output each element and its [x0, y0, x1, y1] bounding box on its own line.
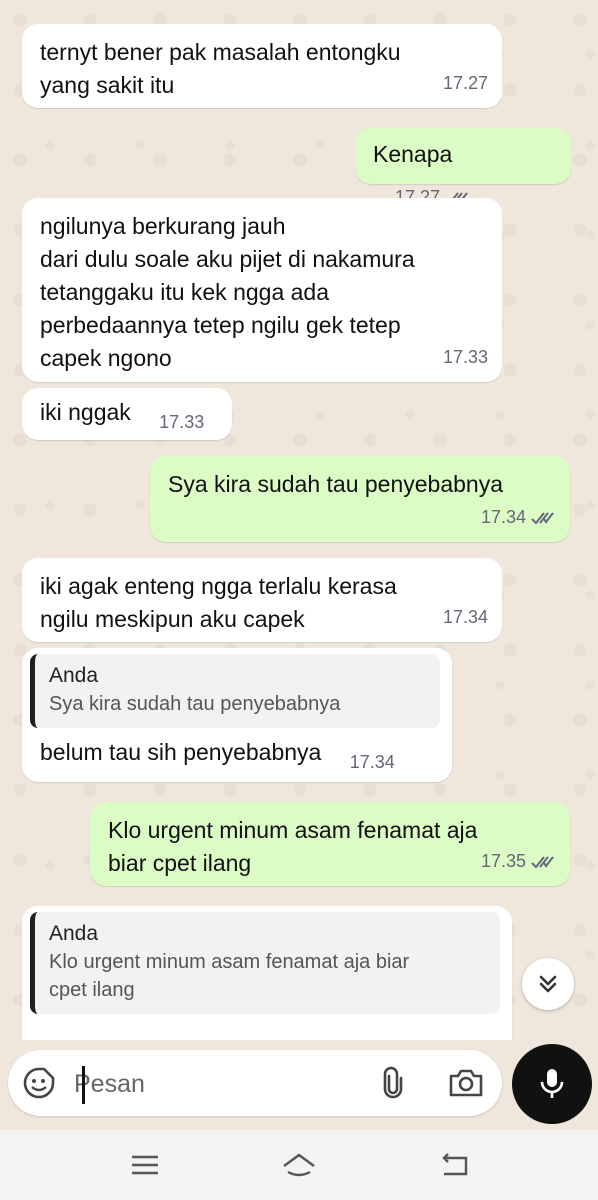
camera-icon[interactable] [448, 1066, 484, 1100]
message-time: 17.35 [481, 845, 556, 878]
message-text: belum tau sih penyebabnya [40, 739, 322, 765]
message-outgoing[interactable]: Klo urgent minum asam fenamat aja biar c… [90, 802, 570, 886]
home-icon[interactable] [280, 1150, 318, 1180]
quoted-sender: Anda [49, 664, 99, 687]
text-caret [82, 1066, 85, 1104]
message-time: 17.27 [442, 73, 488, 93]
double-check-icon [530, 854, 556, 870]
double-check-icon [530, 510, 556, 526]
message-text: Kenapa [373, 141, 453, 167]
sticker-icon[interactable] [22, 1066, 56, 1100]
message-time: 17.33 [159, 412, 205, 432]
message-text: iki nggak [40, 399, 131, 425]
voice-record-button[interactable] [512, 1044, 592, 1124]
message-input[interactable] [72, 1064, 356, 1104]
message-composer [0, 1040, 598, 1130]
quoted-text: Klo urgent minum asam fenamat aja biar c… [49, 951, 410, 1001]
message-input-container[interactable] [8, 1050, 502, 1116]
message-time: 17.33 [442, 347, 488, 367]
message-reply-incoming[interactable]: Anda Sya kira sudah tau penyebabnya belu… [22, 648, 452, 782]
message-text: ngilunya berkurang jauh dari dulu soale … [40, 213, 415, 371]
message-outgoing[interactable]: Kenapa 17.27 [355, 128, 571, 207]
paperclip-icon[interactable] [376, 1066, 410, 1100]
system-navigation-bar [0, 1130, 598, 1200]
message-incoming[interactable]: ternyt bener pak masalah entongku yang s… [22, 24, 502, 108]
quoted-message[interactable]: Anda Klo urgent minum asam fenamat aja b… [30, 912, 500, 1014]
message-time: 17.34 [442, 607, 488, 627]
message-text: Sya kira sudah tau penyebabnya [168, 471, 504, 497]
message-reply-incoming[interactable]: Anda Klo urgent minum asam fenamat aja b… [22, 906, 512, 1040]
message-incoming[interactable]: ngilunya berkurang jauh dari dulu soale … [22, 198, 502, 382]
message-time: 17.34 [349, 752, 395, 772]
quoted-text: Sya kira sudah tau penyebabnya [49, 693, 341, 715]
scroll-to-bottom-button[interactable] [522, 958, 574, 1010]
chat-area[interactable]: ternyt bener pak masalah entongku yang s… [0, 0, 598, 1040]
message-time: 17.34 [481, 501, 556, 534]
back-icon[interactable] [438, 1150, 472, 1180]
quoted-sender: Anda [49, 922, 99, 945]
message-incoming[interactable]: iki nggak 17.33 [22, 388, 232, 440]
double-chevron-down-icon [539, 975, 557, 993]
microphone-icon [540, 1069, 564, 1098]
recent-apps-icon[interactable] [128, 1150, 162, 1180]
message-text: iki agak enteng ngga terlalu kerasa ngil… [40, 573, 397, 632]
message-incoming[interactable]: iki agak enteng ngga terlalu kerasa ngil… [22, 558, 502, 642]
message-outgoing[interactable]: Sya kira sudah tau penyebabnya 17.34 [150, 456, 570, 542]
quoted-message[interactable]: Anda Sya kira sudah tau penyebabnya [30, 654, 440, 728]
message-text: ternyt bener pak masalah entongku yang s… [40, 39, 401, 98]
